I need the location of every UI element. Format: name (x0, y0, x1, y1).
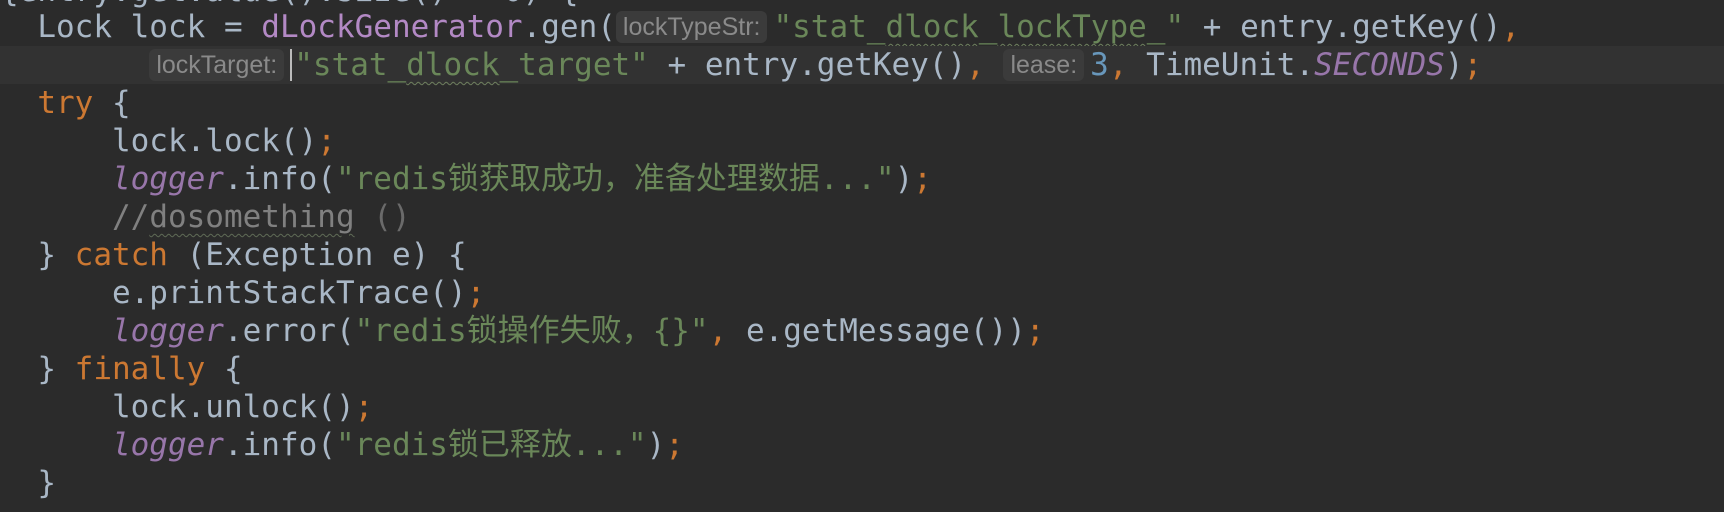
code-token: ; (354, 389, 374, 425)
code-line[interactable]: //dosomething () (0, 198, 1724, 236)
code-token: lock.unlock() (111, 389, 355, 425)
code-token: _" (1146, 9, 1185, 45)
code-token: logger (111, 427, 224, 463)
code-token: "stat_ (773, 9, 886, 45)
code-token: dlock (406, 47, 500, 83)
code-token: { (93, 85, 131, 121)
code-token: } (37, 465, 56, 501)
code-line-current[interactable]: lockTarget: "stat_dlock_target" + entry.g… (0, 46, 1724, 84)
parameter-hint: lockTypeStr: (615, 11, 768, 43)
code-token: , (708, 313, 746, 349)
code-token: ; (317, 123, 336, 159)
code-token: ) (1444, 47, 1464, 83)
code-line[interactable]: e.printStackTrace(); (0, 274, 1724, 312)
code-token: Lock lock = (37, 9, 262, 45)
code-token: "redis锁已释放..." (335, 427, 647, 463)
code-token: // (111, 199, 150, 235)
code-token: ; (665, 427, 684, 463)
code-token: _target" (499, 47, 649, 83)
code-token: lockType (997, 9, 1147, 45)
code-token: TimeUnit. (1146, 47, 1315, 83)
code-line[interactable]: try { (0, 84, 1724, 122)
code-token: "stat_ (294, 47, 407, 83)
code-token: _ (978, 9, 998, 45)
code-line[interactable]: } catch (Exception e) { (0, 236, 1724, 274)
code-token: ) (646, 427, 666, 463)
code-token: "redis锁操作失败，{}" (354, 313, 709, 349)
code-token: , (966, 47, 1004, 83)
code-token: , (1501, 9, 1521, 45)
code-token: ; (1025, 313, 1045, 349)
code-token: e.printStackTrace() (111, 275, 467, 311)
code-token: ; (913, 161, 932, 197)
code-token: } (37, 237, 75, 273)
code-token: + entry.getKey() (1184, 9, 1502, 45)
code-token: finally (74, 351, 206, 387)
code-token: .info( (223, 161, 336, 197)
code-token: catch (74, 237, 168, 273)
code-token: , (1108, 47, 1147, 83)
code-token: logger (111, 161, 224, 197)
code-token: { (205, 351, 243, 387)
parameter-hint: lease: (1003, 49, 1085, 81)
parameter-hint: lockTarget: (149, 49, 285, 81)
code-token: (Exception e) { (167, 237, 467, 273)
code-token: "redis锁获取成功，准备处理数据..." (335, 161, 895, 197)
code-token: logger (111, 313, 224, 349)
code-token: ) (894, 161, 914, 197)
code-token: dlock (885, 9, 979, 45)
code-line[interactable]: Lock lock = dLockGenerator.gen(lockTypeS… (0, 8, 1724, 46)
code-line[interactable]: logger.error("redis锁操作失败，{}", e.getMessa… (0, 312, 1724, 350)
code-token: 3 (1090, 47, 1109, 83)
code-token: dLockGenerator (261, 9, 523, 45)
code-token: try (37, 85, 94, 121)
code-editor[interactable]: {entry.getValue().size() > 0) { Lock loc… (0, 0, 1724, 512)
code-line[interactable]: lock.lock(); (0, 122, 1724, 160)
code-token: .error( (223, 313, 355, 349)
code-line[interactable]: lock.unlock(); (0, 388, 1724, 426)
code-line[interactable]: logger.info("redis锁已释放..."); (0, 426, 1724, 464)
code-token: .info( (223, 427, 336, 463)
code-line[interactable]: } finally { (0, 350, 1724, 388)
code-token: } (37, 351, 75, 387)
text-caret (290, 49, 293, 81)
code-line[interactable]: } (0, 464, 1724, 502)
code-token: SECONDS (1314, 47, 1445, 83)
code-token: ; (466, 275, 486, 311)
code-token: () (354, 199, 411, 235)
code-token: .gen( (522, 9, 616, 45)
code-token: e.getMessage()) (745, 313, 1026, 349)
code-token: + entry.getKey() (648, 47, 967, 83)
code-token: lock.lock() (111, 123, 318, 159)
code-token: ; (1463, 47, 1483, 83)
code-token: dosomething (149, 199, 355, 235)
code-line[interactable]: logger.info("redis锁获取成功，准备处理数据..."); (0, 160, 1724, 198)
